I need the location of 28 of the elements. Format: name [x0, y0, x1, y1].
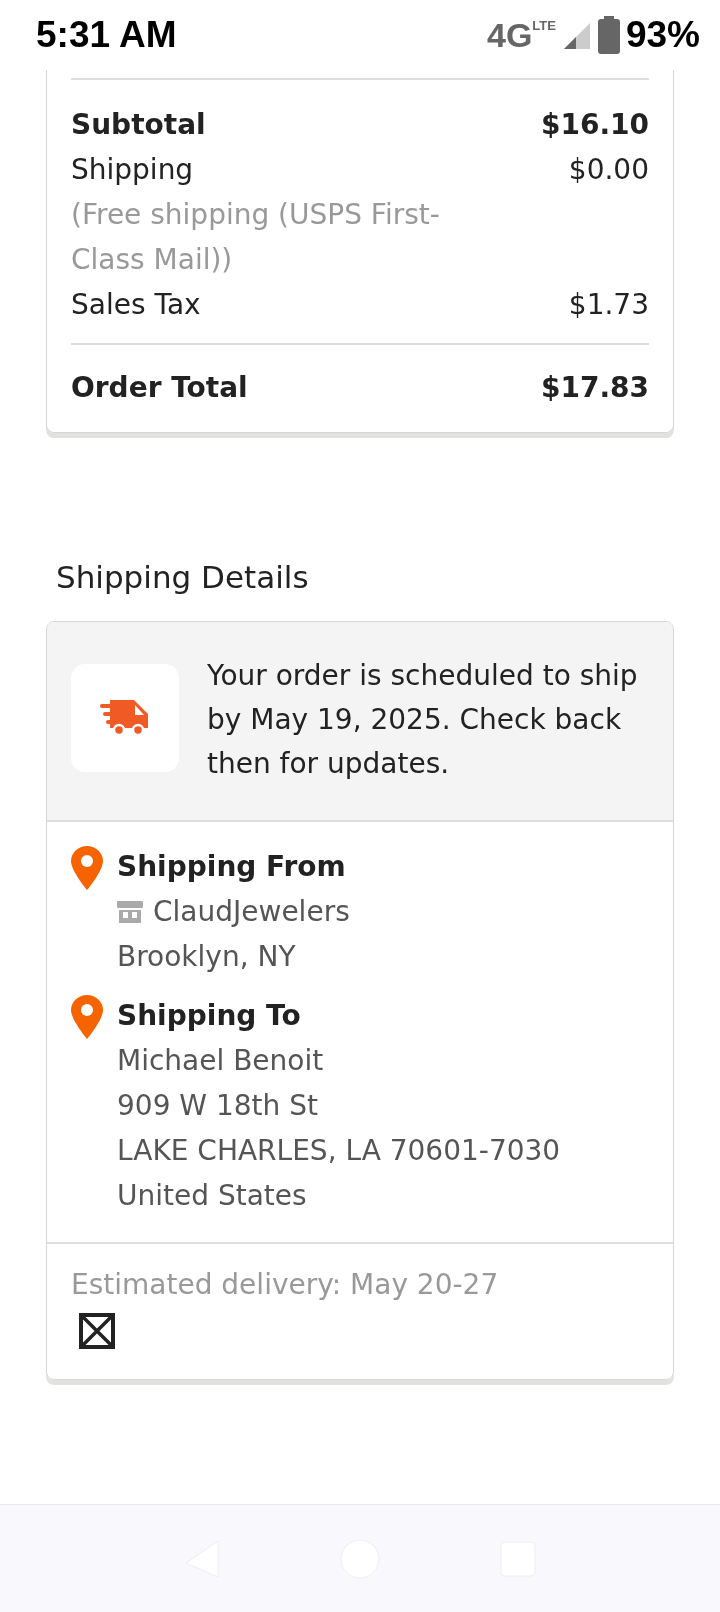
location-pin-icon — [71, 846, 103, 890]
battery-percent: 93% — [625, 14, 700, 56]
address-line: LAKE CHARLES, LA 70601-7030 — [117, 1133, 561, 1169]
shop-icon — [117, 900, 143, 923]
summary-value: $0.00 — [568, 152, 649, 188]
summary-label: Sales Tax — [71, 287, 201, 323]
address-line: Brooklyn, NY — [117, 939, 297, 975]
shipping-notice: Your order is scheduled to ship by May 19, 2025. Check back then for updates. — [207, 658, 639, 782]
total-label: Order Total — [71, 370, 248, 406]
estimated-delivery: Estimated delivery: May 20-27 — [71, 1267, 500, 1303]
summary-value: $16.10 — [540, 107, 649, 143]
address-line: Michael Benoit — [117, 1043, 325, 1079]
summary-value: $1.73 — [568, 287, 649, 323]
truck-icon — [71, 664, 179, 772]
address-line: United States — [117, 1178, 308, 1214]
section-title: Shipping Details — [56, 558, 310, 597]
battery-icon — [597, 16, 620, 54]
address-heading: Shipping To — [117, 998, 302, 1034]
shipping-note: (Free shipping (USPS First-Class Mail)) — [71, 197, 441, 278]
summary-label: Subtotal — [71, 107, 206, 143]
total-value: $17.83 — [540, 370, 649, 406]
shop-name: ClaudJewelers — [153, 894, 350, 930]
address-line: 909 W 18th St — [117, 1088, 319, 1124]
location-pin-icon — [71, 995, 103, 1039]
status-time: 5:31 AM — [36, 14, 177, 56]
crossed-box-icon — [79, 1313, 115, 1349]
summary-label: Shipping — [71, 152, 194, 188]
address-heading: Shipping From — [117, 849, 347, 885]
